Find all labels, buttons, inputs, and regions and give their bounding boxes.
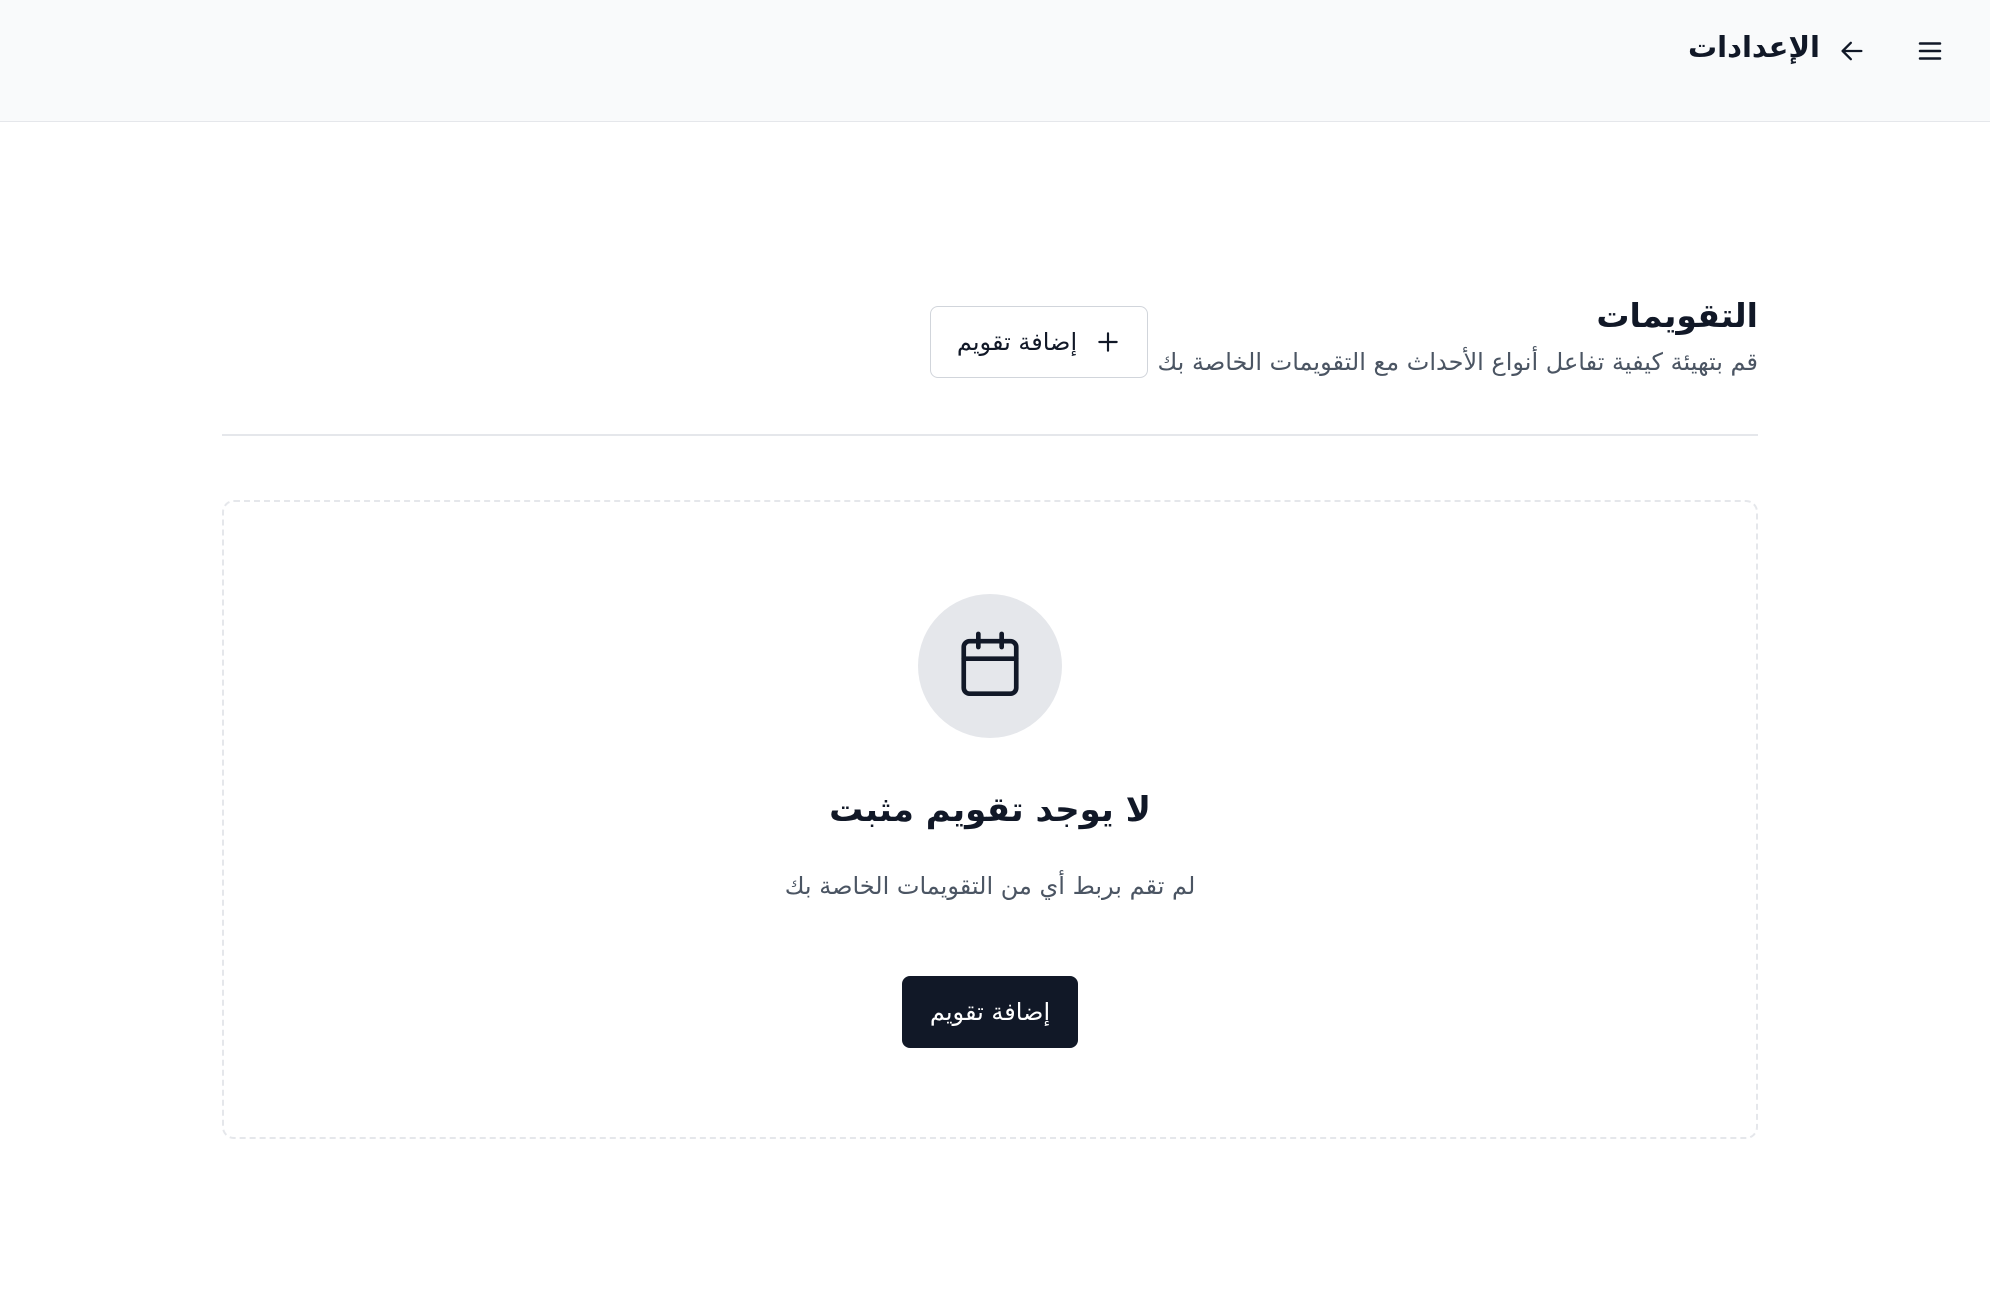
empty-state-card: لا يوجد تقويم مثبت لم تقم بربط أي من الت… [222,500,1758,1139]
calendar-icon [961,631,1019,697]
page-title: الإعدادات [1687,30,1820,64]
empty-state-description: لم تقم بربط أي من التقويمات الخاصة بك [784,872,1196,900]
plus-icon [1098,332,1118,352]
calendar-icon-circle [918,594,1062,738]
menu-icon [1918,42,1942,60]
calendars-section-header: التقويمات قم بتهيئة كيفية تفاعل أنواع ال… [222,296,1758,396]
arrow-left-icon [1841,41,1863,61]
empty-state-add-calendar-button[interactable]: إضافة تقويم [902,976,1078,1048]
add-calendar-button[interactable]: إضافة تقويم [930,306,1148,378]
section-title: التقويمات [1596,296,1758,335]
back-button[interactable] [1834,33,1870,69]
add-calendar-button-label: إضافة تقويم [956,328,1078,356]
section-subtitle: قم بتهيئة كيفية تفاعل أنواع الأحداث مع ا… [1157,348,1758,376]
divider [222,434,1758,436]
menu-button[interactable] [1910,31,1950,71]
top-bar: الإعدادات [0,0,1990,122]
empty-state-title: لا يوجد تقويم مثبت [829,790,1151,830]
